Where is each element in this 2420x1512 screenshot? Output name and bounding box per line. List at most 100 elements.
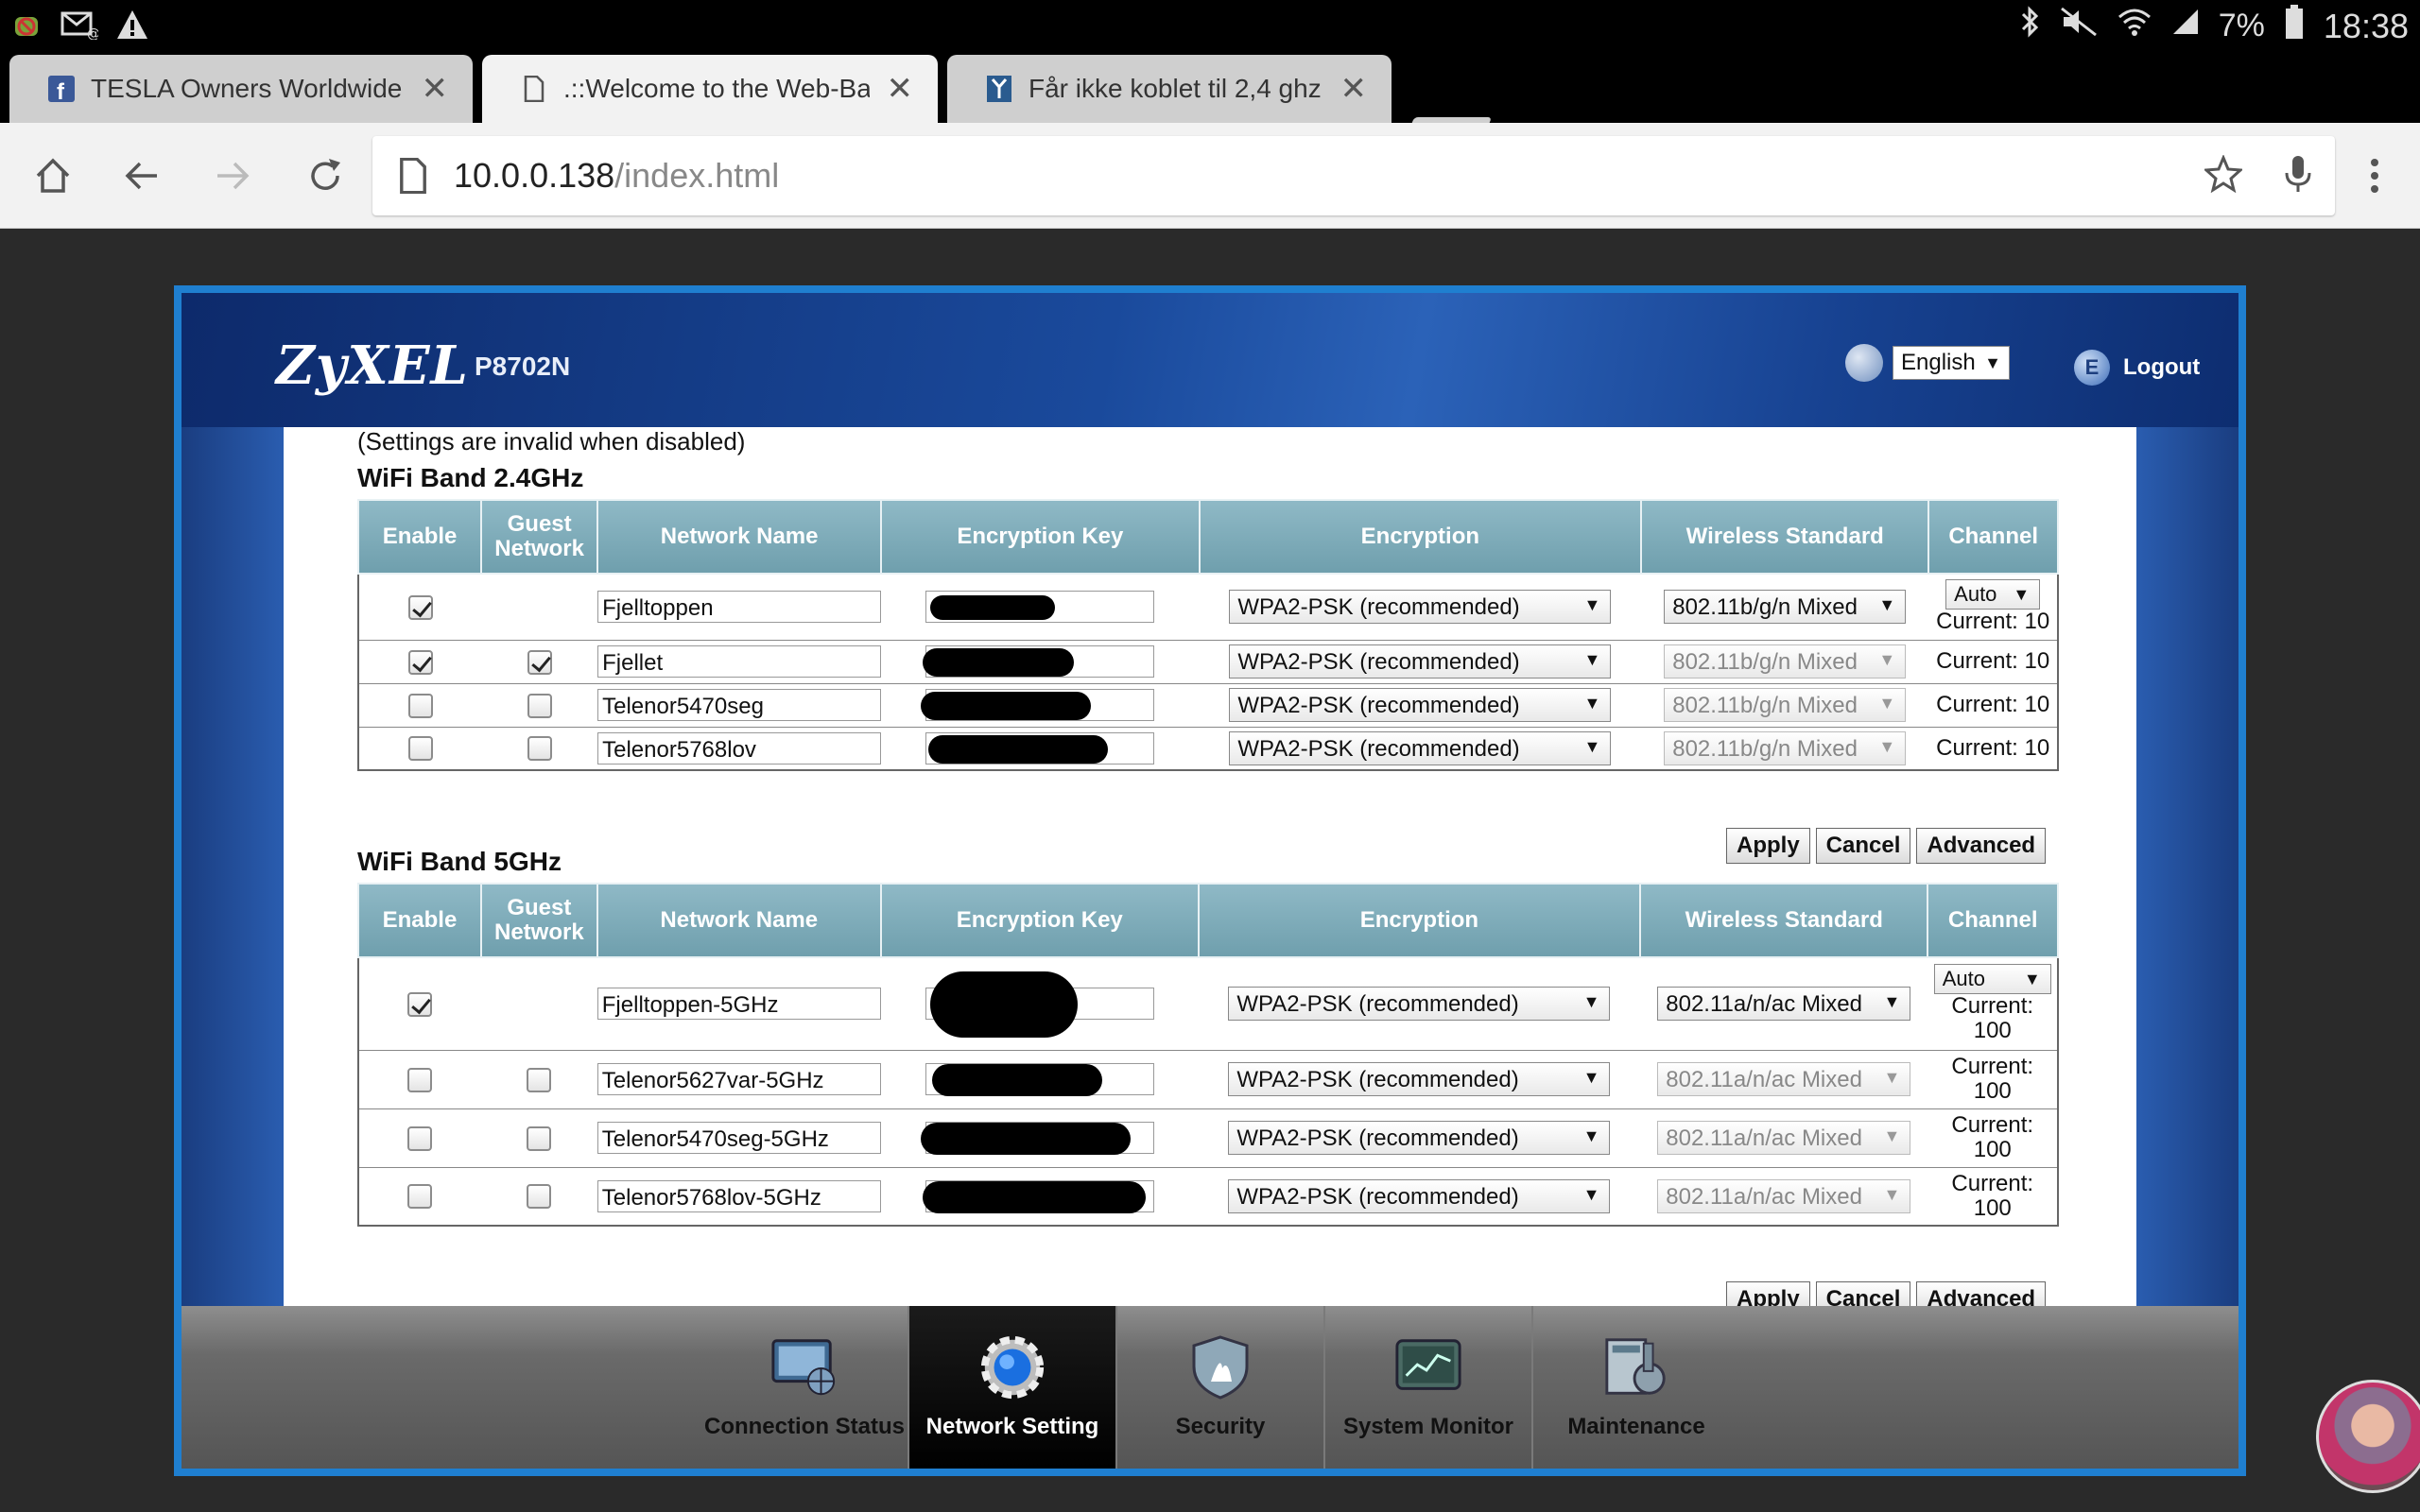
apply-button[interactable]: Apply <box>1726 1281 1810 1306</box>
col-wireless-standard: Wireless Standard <box>1640 499 1930 575</box>
svg-text:f: f <box>57 79 65 102</box>
tools-icon <box>1601 1334 1671 1400</box>
logout-icon: E <box>2074 350 2110 386</box>
enable-checkbox[interactable] <box>407 649 433 675</box>
encryption-select[interactable]: WPA2-PSK (recommended) <box>1228 1121 1611 1155</box>
close-icon[interactable]: ✕ <box>1340 70 1368 108</box>
encryption-select[interactable]: WPA2-PSK (recommended) <box>1228 1178 1611 1213</box>
nav-security[interactable]: Security <box>1117 1306 1323 1469</box>
language-select[interactable]: English ▼ <box>1893 346 2010 380</box>
reload-button[interactable] <box>299 149 352 202</box>
nav-maintenance[interactable]: Maintenance <box>1533 1306 1739 1469</box>
mute-icon <box>2060 7 2098 45</box>
redaction <box>929 971 1078 1039</box>
encryption-key-input[interactable] <box>925 1063 1154 1096</box>
floating-chat-avatar[interactable] <box>2316 1380 2420 1493</box>
url-path: /index.html <box>614 156 780 195</box>
wireless-standard-select: 802.11a/n/ac Mixed <box>1657 1178 1911 1213</box>
encryption-select[interactable]: WPA2-PSK (recommended) <box>1229 730 1612 765</box>
network-name-input[interactable]: Telenor5470seg <box>597 689 882 721</box>
tab-forum-post[interactable]: Får ikke koblet til 2,4 ghz nett ✕ <box>947 55 1392 123</box>
network-name-input[interactable]: Fjellet <box>597 645 882 678</box>
enable-checkbox[interactable] <box>407 1184 433 1210</box>
redaction <box>921 692 1092 720</box>
nav-network-setting[interactable]: Network Setting <box>909 1306 1115 1469</box>
current-channel: Current: 10 <box>1936 692 2050 717</box>
encryption-key-input[interactable] <box>925 591 1155 624</box>
encryption-key-input[interactable] <box>925 731 1155 765</box>
chart-monitor-icon <box>1393 1334 1463 1400</box>
enable-checkbox[interactable] <box>407 1125 433 1151</box>
home-icon <box>36 158 70 193</box>
wireless-standard-select[interactable]: 802.11b/g/n Mixed <box>1664 590 1907 625</box>
encryption-select[interactable]: WPA2-PSK (recommended) <box>1229 688 1612 722</box>
guest-network-checkbox[interactable] <box>527 1067 552 1092</box>
encryption-select[interactable]: WPA2-PSK (recommended) <box>1228 987 1611 1022</box>
current-channel-value: 100 <box>1973 1137 2012 1162</box>
close-icon[interactable]: ✕ <box>887 70 914 108</box>
encryption-select[interactable]: WPA2-PSK (recommended) <box>1229 590 1612 625</box>
menu-button[interactable] <box>2348 149 2401 202</box>
tab-tesla-owners[interactable]: f TESLA Owners Worldwide ✕ <box>9 55 473 123</box>
network-name-input[interactable]: Telenor5627var-5GHz <box>596 1063 881 1095</box>
email-notification-icon: @ <box>60 6 98 43</box>
forward-button[interactable] <box>206 149 259 202</box>
wireless-standard-select[interactable]: 802.11a/n/ac Mixed <box>1657 987 1911 1022</box>
channel-select[interactable]: Auto <box>1933 964 2051 995</box>
encryption-select[interactable]: WPA2-PSK (recommended) <box>1229 644 1612 679</box>
band-5-actions: Apply Cancel Advanced <box>1726 1281 2047 1306</box>
guest-network-checkbox[interactable] <box>527 736 552 762</box>
content-panel[interactable]: (Settings are invalid when disabled) WiF… <box>284 427 2136 1306</box>
apply-button[interactable]: Apply <box>1726 828 1810 864</box>
home-button[interactable] <box>26 149 79 202</box>
nav-system-monitor[interactable]: System Monitor <box>1325 1306 1531 1469</box>
cancel-button[interactable]: Cancel <box>1815 1281 1911 1306</box>
guest-network-checkbox[interactable] <box>527 1184 552 1210</box>
wireless-standard-select: 802.11b/g/n Mixed <box>1664 688 1907 722</box>
enable-checkbox[interactable] <box>407 594 433 620</box>
bookmark-star-icon[interactable] <box>2203 153 2244 198</box>
col-wireless-standard: Wireless Standard <box>1639 883 1929 958</box>
advanced-button[interactable]: Advanced <box>1916 1281 2047 1306</box>
nav-connection-status[interactable]: Connection Status <box>701 1306 908 1469</box>
encryption-select[interactable]: WPA2-PSK (recommended) <box>1228 1062 1611 1096</box>
encryption-key-input[interactable] <box>922 1179 1154 1213</box>
bottom-navigation: Connection Status Network Setting Securi… <box>182 1306 2238 1469</box>
battery-percent: 7% <box>2218 8 2265 43</box>
guest-network-checkbox[interactable] <box>527 1125 552 1151</box>
guest-network-checkbox[interactable] <box>527 649 552 675</box>
browser-tab-strip: f TESLA Owners Worldwide ✕ .::Welcome to… <box>0 49 2420 155</box>
network-name-input[interactable]: Telenor5768lov <box>597 731 882 765</box>
shield-icon <box>1185 1334 1255 1400</box>
cancel-button[interactable]: Cancel <box>1815 828 1911 864</box>
back-button[interactable] <box>115 149 168 202</box>
advanced-button[interactable]: Advanced <box>1916 828 2047 864</box>
encryption-key-input[interactable] <box>921 689 1155 721</box>
table-row: Telenor5627var-5GHz WPA2-PSK (recommende… <box>358 1050 2058 1109</box>
enable-checkbox[interactable] <box>407 736 433 762</box>
tab-title: Får ikke koblet til 2,4 ghz nett <box>1028 74 1323 103</box>
encryption-key-input[interactable] <box>923 645 1155 678</box>
router-model: P8702N <box>475 352 571 381</box>
col-network-name: Network Name <box>596 499 883 575</box>
address-bar[interactable]: 10.0.0.138/index.html <box>372 136 2335 215</box>
encryption-key-input[interactable] <box>920 1122 1154 1155</box>
logout-button[interactable]: E Logout <box>2074 350 2200 386</box>
enable-checkbox[interactable] <box>407 991 433 1017</box>
encryption-key-input[interactable] <box>925 971 1154 1039</box>
close-icon[interactable]: ✕ <box>422 70 449 108</box>
network-name-input[interactable]: Telenor5470seg-5GHz <box>596 1122 881 1154</box>
enable-checkbox[interactable] <box>407 1067 433 1092</box>
tab-router-welcome[interactable]: .::Welcome to the Web-Based ✕ <box>482 55 938 123</box>
channel-select[interactable]: Auto <box>1945 579 2041 610</box>
nav-label: System Monitor <box>1342 1414 1514 1439</box>
current-channel: Current: 10 <box>1936 609 2050 635</box>
network-name-input[interactable]: Telenor5768lov-5GHz <box>596 1179 881 1212</box>
network-name-input[interactable]: Fjelltoppen-5GHz <box>596 988 881 1021</box>
current-channel-label: Current: <box>1951 993 2034 1020</box>
enable-checkbox[interactable] <box>407 693 433 718</box>
guest-network-checkbox[interactable] <box>527 693 552 718</box>
tab-title: TESLA Owners Worldwide <box>91 74 403 103</box>
microphone-icon[interactable] <box>2284 154 2312 198</box>
network-name-input[interactable]: Fjelltoppen <box>597 591 882 624</box>
